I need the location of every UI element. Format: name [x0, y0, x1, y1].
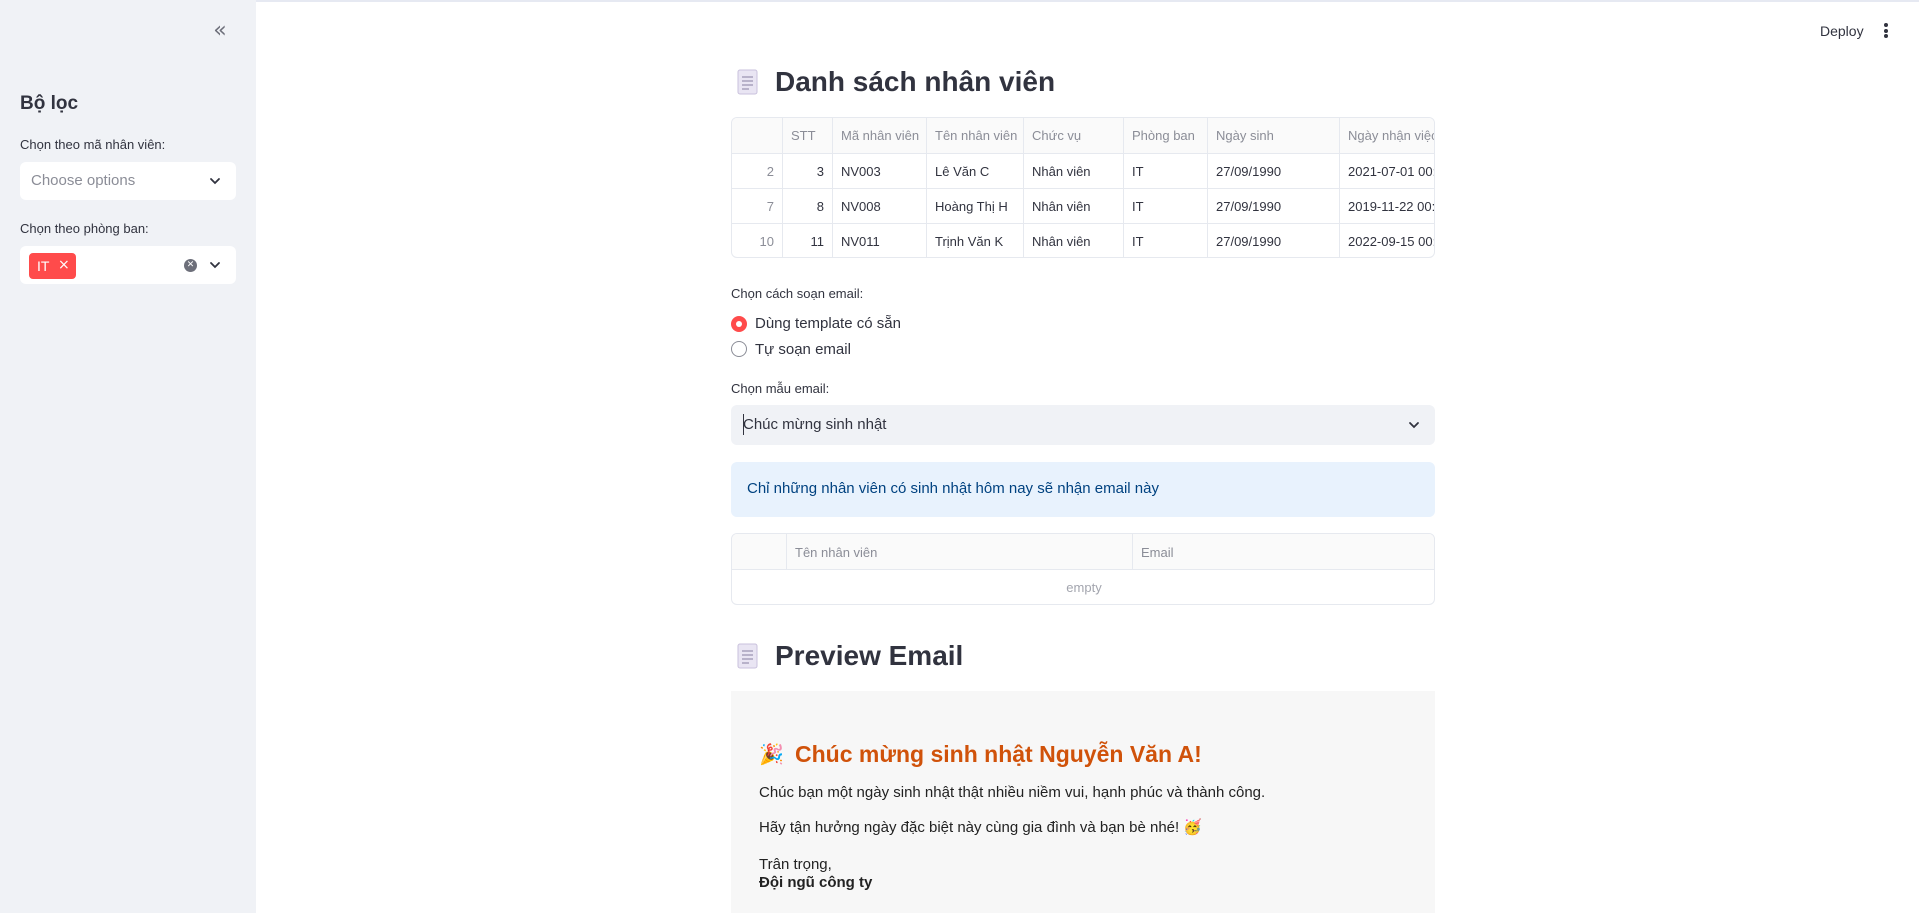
recipients-table[interactable]: Tên nhân viên Email empty — [731, 533, 1435, 605]
table-cell[interactable]: 27/09/1990 — [1208, 189, 1340, 223]
email-signature: Đội ngũ công ty — [759, 874, 873, 891]
table-cell[interactable]: 27/09/1990 — [1208, 224, 1340, 257]
column-header[interactable]: Phòng ban — [1124, 118, 1208, 153]
table-cell[interactable]: 3 — [783, 154, 833, 188]
chevron-down-icon[interactable] — [208, 258, 222, 272]
document-icon — [735, 68, 761, 98]
table-row[interactable]: 7 8 NV008 Hoàng Thị H Nhân viên IT 27/09… — [732, 189, 1434, 224]
employee-filter-select[interactable]: Choose options — [20, 162, 236, 200]
table-header-row: Tên nhân viên Email — [732, 534, 1434, 570]
radio-custom[interactable] — [731, 341, 747, 357]
employee-filter-placeholder: Choose options — [31, 172, 136, 189]
table-row[interactable]: 2 3 NV003 Lê Văn C Nhân viên IT 27/09/19… — [732, 154, 1434, 189]
email-preview: 🎉 Chúc mừng sinh nhật Nguyễn Văn A! Chúc… — [731, 691, 1435, 913]
sidebar: « Bộ lọc Chọn theo mã nhân viên: Choose … — [0, 0, 256, 913]
row-index: 10 — [732, 224, 783, 257]
table-cell[interactable]: Lê Văn C — [927, 154, 1024, 188]
row-index: 2 — [732, 154, 783, 188]
table-cell[interactable]: Nhân viên — [1024, 189, 1124, 223]
table-cell[interactable]: Nhân viên — [1024, 154, 1124, 188]
column-header[interactable]: Chức vụ — [1024, 118, 1124, 153]
deploy-button[interactable]: Deploy — [1820, 23, 1864, 39]
radio-template[interactable] — [731, 316, 747, 332]
dept-filter-label: Chọn theo phòng ban: — [20, 221, 149, 236]
radio-template-label[interactable]: Dùng template có sẵn — [755, 315, 901, 332]
info-alert-text: Chỉ những nhân viên có sinh nhật hôm nay… — [747, 480, 1159, 497]
preview-title: Preview Email — [775, 640, 964, 671]
table-cell[interactable]: 11 — [783, 224, 833, 257]
table-empty-text: empty — [1066, 580, 1102, 595]
email-regards: Trân trọng, — [759, 856, 832, 873]
table-cell[interactable]: 2021-07-01 00:00 — [1340, 154, 1434, 188]
dept-tag-it: IT × — [29, 253, 76, 279]
table-cell[interactable]: NV011 — [833, 224, 927, 257]
template-select-value: Chúc mừng sinh nhật — [743, 416, 887, 433]
column-header[interactable] — [732, 118, 783, 153]
collapse-sidebar-icon[interactable]: « — [208, 20, 232, 44]
column-header[interactable]: Ngày sinh — [1208, 118, 1340, 153]
table-header-row: STT Mã nhân viên Tên nhân viên Chức vụ P… — [732, 118, 1434, 154]
table-cell[interactable]: 2019-11-22 00:00 — [1340, 189, 1434, 223]
page-title: Danh sách nhân viên — [775, 66, 1056, 97]
column-header[interactable]: Email — [1133, 534, 1434, 570]
info-alert: Chỉ những nhân viên có sinh nhật hôm nay… — [731, 462, 1435, 517]
row-index: 7 — [732, 189, 783, 223]
column-header[interactable]: STT — [783, 118, 833, 153]
employee-table[interactable]: STT Mã nhân viên Tên nhân viên Chức vụ P… — [731, 117, 1435, 258]
table-cell[interactable]: Trịnh Văn K — [927, 224, 1024, 257]
table-cell[interactable]: IT — [1124, 154, 1208, 188]
party-popper-icon: 🎉 — [759, 742, 784, 766]
column-header[interactable]: Tên nhân viên — [787, 534, 1133, 570]
email-line-2: Hãy tận hưởng ngày đặc biệt này cùng gia… — [759, 819, 1203, 836]
table-row[interactable]: 10 11 NV011 Trịnh Văn K Nhân viên IT 27/… — [732, 224, 1434, 257]
template-select-label: Chọn mẫu email: — [731, 381, 830, 396]
document-icon — [735, 642, 761, 672]
table-cell[interactable]: NV008 — [833, 189, 927, 223]
column-header[interactable]: Ngày nhận việc — [1340, 118, 1434, 153]
table-cell[interactable]: 2022-09-15 00:00 — [1340, 224, 1434, 257]
table-cell[interactable]: Hoàng Thị H — [927, 189, 1024, 223]
remove-tag-icon[interactable]: × — [58, 257, 70, 273]
dept-filter-select[interactable]: IT × ✕ — [20, 246, 236, 284]
radio-custom-label[interactable]: Tự soạn email — [755, 341, 851, 358]
column-header[interactable]: Tên nhân viên — [927, 118, 1024, 153]
email-line-1: Chúc bạn một ngày sinh nhật thật nhiều n… — [759, 784, 1266, 801]
table-cell[interactable]: 8 — [783, 189, 833, 223]
column-header[interactable]: Mã nhân viên — [833, 118, 927, 153]
compose-method-label: Chọn cách soạn email: — [731, 286, 864, 301]
clear-icon[interactable]: ✕ — [184, 259, 197, 272]
menu-dots-icon[interactable] — [1882, 22, 1890, 40]
dept-tag-label: IT — [37, 258, 50, 274]
top-divider — [0, 0, 1919, 2]
employee-filter-label: Chọn theo mã nhân viên: — [20, 137, 166, 152]
table-cell[interactable]: IT — [1124, 224, 1208, 257]
template-select[interactable]: Chúc mừng sinh nhật — [731, 405, 1435, 445]
chevron-down-icon — [208, 174, 222, 188]
sidebar-title: Bộ lọc — [20, 93, 79, 114]
email-title: Chúc mừng sinh nhật Nguyễn Văn A! — [795, 741, 1202, 767]
chevron-down-icon — [1407, 418, 1421, 432]
table-cell[interactable]: 27/09/1990 — [1208, 154, 1340, 188]
table-cell[interactable]: NV003 — [833, 154, 927, 188]
column-header[interactable] — [732, 534, 787, 570]
table-cell[interactable]: Nhân viên — [1024, 224, 1124, 257]
table-cell[interactable]: IT — [1124, 189, 1208, 223]
